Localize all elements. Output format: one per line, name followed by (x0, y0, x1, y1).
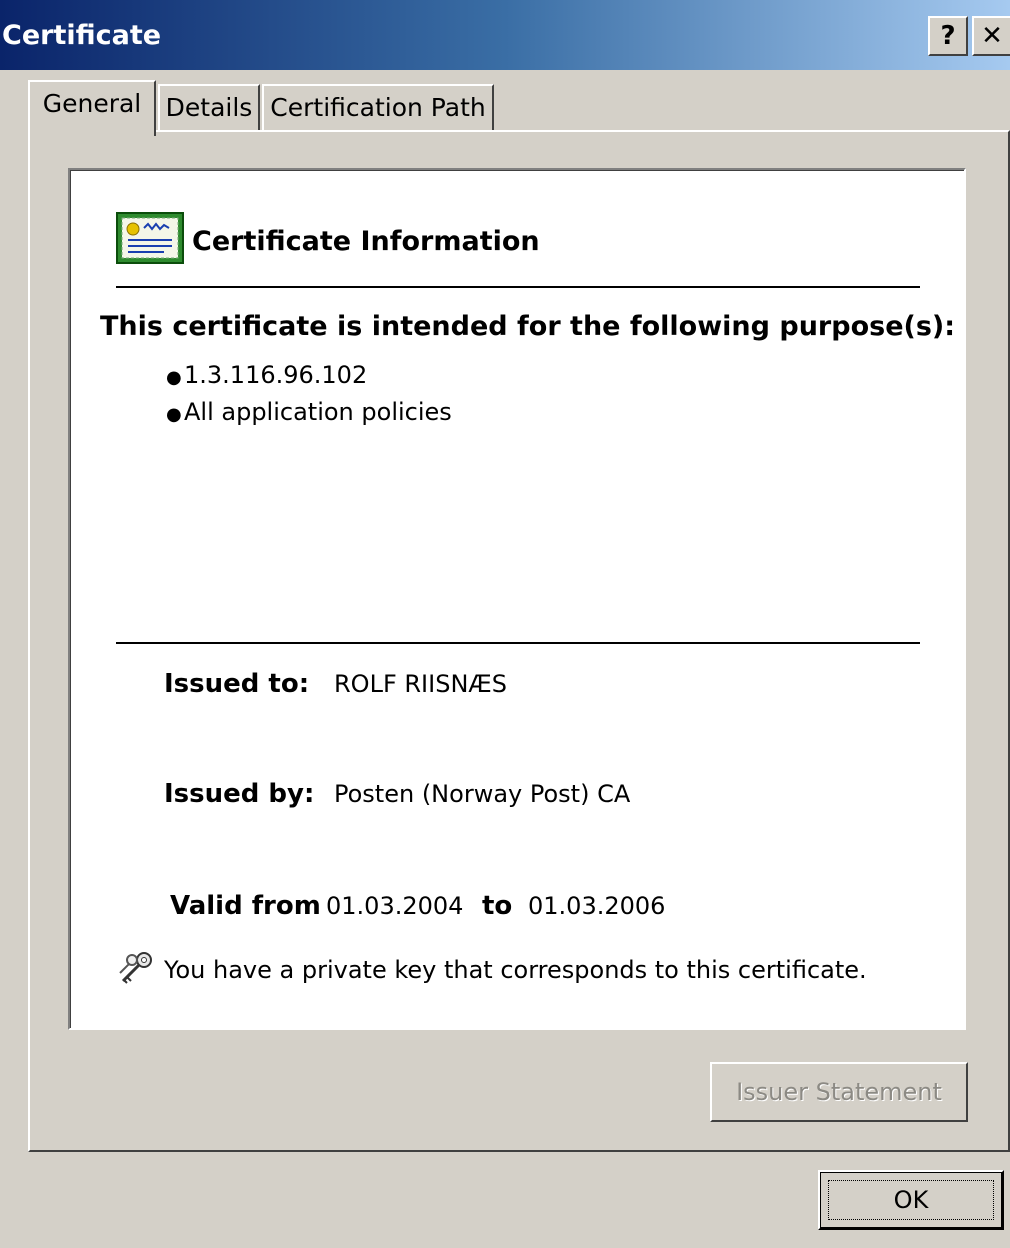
title-bar: Certificate ? ✕ (0, 0, 1010, 70)
issuer-statement-button[interactable]: Issuer Statement (710, 1062, 968, 1122)
tab-general[interactable]: General (28, 80, 156, 136)
focus-rectangle (828, 1180, 994, 1220)
purpose-item: ●All application policies (166, 395, 452, 432)
bullet-icon: ● (166, 367, 182, 388)
purpose-item: ●1.3.116.96.102 (166, 358, 452, 395)
divider (116, 642, 920, 644)
ok-button[interactable]: OK (818, 1170, 1004, 1230)
valid-to-label: to (482, 891, 513, 921)
help-button[interactable]: ? (928, 16, 968, 56)
issued-to-label: Issued to: (164, 669, 310, 699)
certificate-icon (116, 212, 184, 264)
valid-from-label: Valid from (170, 891, 321, 921)
certificate-dialog: Certificate ? ✕ General Details Certific… (0, 0, 1010, 1248)
purpose-text: 1.3.116.96.102 (184, 361, 368, 389)
tab-certification-path[interactable]: Certification Path (262, 84, 494, 130)
close-button[interactable]: ✕ (972, 16, 1010, 56)
purpose-heading: This certificate is intended for the fol… (100, 311, 956, 342)
purpose-text: All application policies (184, 398, 452, 426)
divider (116, 286, 920, 288)
certificate-information-panel: Certificate Information This certificate… (68, 168, 966, 1030)
issued-to-value: ROLF RIISNÆS (334, 670, 508, 698)
valid-from-value: 01.03.2004 (326, 892, 464, 920)
bullet-icon: ● (166, 404, 182, 425)
info-title: Certificate Information (192, 226, 540, 257)
purpose-list: ●1.3.116.96.102 ●All application policie… (166, 358, 452, 432)
tab-details[interactable]: Details (158, 84, 260, 130)
window-title: Certificate (2, 20, 162, 51)
issued-by-value: Posten (Norway Post) CA (334, 780, 631, 808)
issued-by-label: Issued by: (164, 779, 315, 809)
valid-to-value: 01.03.2006 (528, 892, 666, 920)
private-key-note: You have a private key that corresponds … (164, 956, 867, 984)
key-icon (119, 952, 152, 984)
